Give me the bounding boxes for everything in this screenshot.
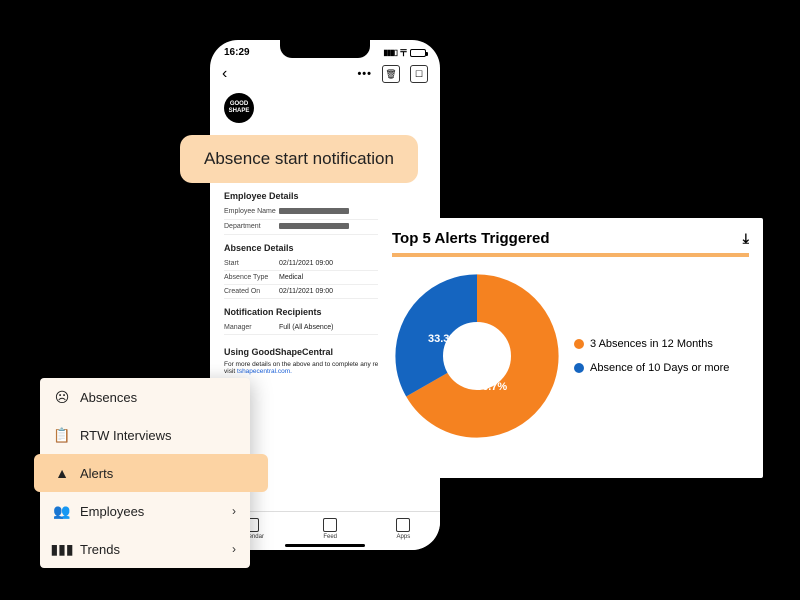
back-icon[interactable]: ‹ <box>222 65 227 83</box>
nav-apps[interactable]: Apps <box>396 518 410 540</box>
wifi-icon: 〒 <box>399 46 408 59</box>
legend-item-1: 3 Absences in 12 Months <box>574 337 729 351</box>
start-label: Start <box>224 260 279 267</box>
sidebar-item-rtw-interviews[interactable]: 📋 RTW Interviews <box>40 416 250 454</box>
absence-type-value: Medical <box>279 274 303 281</box>
chevron-right-icon: › <box>232 542 236 556</box>
legend-swatch-orange <box>574 339 584 349</box>
phone-notch <box>280 40 370 58</box>
banner-title: Absence start notification <box>204 149 394 168</box>
redacted-name <box>279 208 349 214</box>
redacted-dept <box>279 223 349 229</box>
chart-legend: 3 Absences in 12 Months Absence of 10 Da… <box>574 337 729 376</box>
central-link[interactable]: tshapecentral.com. <box>237 368 292 375</box>
feed-icon <box>323 518 337 532</box>
donut-chart: 33.3% 66.7% <box>392 271 562 441</box>
status-time: 16:29 <box>224 47 250 58</box>
absence-type-label: Absence Type <box>224 274 279 281</box>
notification-banner: Absence start notification <box>180 135 418 183</box>
sidebar-item-label: Trends <box>80 542 120 557</box>
trash-icon[interactable]: 🗑 <box>382 65 400 83</box>
alerts-chart-card: Top 5 Alerts Triggered ⤓ 33.3% 66.7% 3 A… <box>378 218 763 478</box>
email-top-bar: ‹ ••• 🗑 ☐ <box>210 59 440 89</box>
chevron-right-icon: › <box>232 504 236 518</box>
sidebar-item-alerts[interactable]: ▲ Alerts <box>34 454 268 492</box>
download-icon[interactable]: ⤓ <box>743 230 749 247</box>
sidebar-item-trends[interactable]: ▮▮▮ Trends › <box>40 530 250 568</box>
clipboard-icon: 📋 <box>54 427 70 443</box>
absences-icon: ☹ <box>54 389 70 405</box>
employee-name-label: Employee Name <box>224 208 279 216</box>
chart-title: Top 5 Alerts Triggered <box>392 230 550 247</box>
department-label: Department <box>224 223 279 231</box>
recipient-role: Manager <box>224 324 279 331</box>
recipient-scope: Full (All Absence) <box>279 324 333 331</box>
employee-details-title: Employee Details <box>224 191 426 201</box>
sidebar-menu: ☹ Absences 📋 RTW Interviews ▲ Alerts 👥 E… <box>40 378 250 568</box>
sidebar-item-label: Absences <box>80 390 137 405</box>
home-indicator <box>285 544 365 547</box>
sidebar-item-employees[interactable]: 👥 Employees › <box>40 492 250 530</box>
alert-icon: ▲ <box>54 465 70 481</box>
legend-item-2: Absence of 10 Days or more <box>574 361 729 375</box>
slice-label-blue: 33.3% <box>428 333 459 345</box>
sidebar-item-label: Alerts <box>80 466 113 481</box>
more-icon[interactable]: ••• <box>357 68 372 80</box>
start-value: 02/11/2021 09:00 <box>279 260 333 267</box>
employees-icon: 👥 <box>54 503 70 519</box>
sidebar-item-absences[interactable]: ☹ Absences <box>40 378 250 416</box>
sidebar-item-label: RTW Interviews <box>80 428 172 443</box>
goodshape-logo: GOOD SHAPE <box>224 93 254 123</box>
chart-divider <box>392 253 749 257</box>
sidebar-item-label: Employees <box>80 504 144 519</box>
archive-icon[interactable]: ☐ <box>410 65 428 83</box>
legend-swatch-blue <box>574 363 584 373</box>
slice-label-orange: 66.7% <box>476 381 507 393</box>
created-on-value: 02/11/2021 09:00 <box>279 288 333 295</box>
created-on-label: Created On <box>224 288 279 295</box>
nav-feed[interactable]: Feed <box>323 518 337 540</box>
trends-icon: ▮▮▮ <box>54 541 70 557</box>
signal-icon: ▮▮▮▯ <box>383 48 397 57</box>
apps-icon <box>396 518 410 532</box>
battery-icon <box>410 49 426 57</box>
